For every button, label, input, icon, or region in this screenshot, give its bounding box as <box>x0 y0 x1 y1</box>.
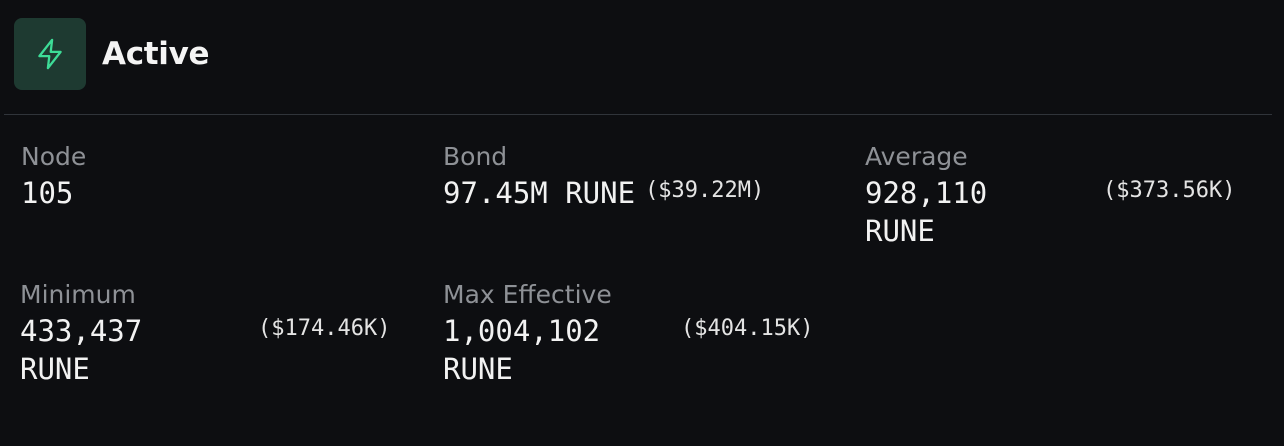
stat-row: 105 <box>21 174 421 212</box>
lightning-icon <box>38 38 62 70</box>
card-title: Active <box>102 36 210 72</box>
stat-row: 433,437 RUNE ($174.46K) <box>20 312 420 388</box>
stat-label: Minimum <box>20 280 136 309</box>
stat-value: 928,110 RUNE <box>865 176 988 248</box>
stat-bond: Bond 97.45M RUNE ($39.22M) <box>443 142 843 212</box>
header-divider <box>4 114 1272 115</box>
stat-node: Node 105 <box>21 142 421 212</box>
stat-value: 97.45M RUNE <box>443 176 636 210</box>
stat-value: 1,004,102 RUNE <box>443 314 601 386</box>
stat-usd-value: ($39.22M) <box>645 178 765 203</box>
active-nodes-card: Active Node 105 Bond 97.45M RUNE ($39.22M… <box>0 0 1284 446</box>
stat-max-effective: Max Effective 1,004,102 RUNE ($404.15K) <box>443 280 843 388</box>
stat-label: Max Effective <box>443 280 612 309</box>
stat-usd-value: ($404.15K) <box>681 316 814 341</box>
stat-label: Bond <box>443 142 508 171</box>
stat-row: 1,004,102 RUNE ($404.15K) <box>443 312 843 388</box>
stat-minimum: Minimum 433,437 RUNE ($174.46K) <box>20 280 420 388</box>
status-icon-box <box>14 18 86 90</box>
stat-usd-value: ($373.56K) <box>1103 178 1236 203</box>
stat-row: 928,110 RUNE ($373.56K) <box>865 174 1265 250</box>
stat-value: 433,437 RUNE <box>20 314 143 386</box>
stat-average: Average 928,110 RUNE ($373.56K) <box>865 142 1265 250</box>
stat-row: 97.45M RUNE ($39.22M) <box>443 174 843 212</box>
stat-label: Node <box>21 142 87 171</box>
stat-usd-value: ($174.46K) <box>258 316 391 341</box>
stat-label: Average <box>865 142 968 171</box>
stat-value: 105 <box>21 176 74 210</box>
card-header: Active <box>14 18 210 90</box>
